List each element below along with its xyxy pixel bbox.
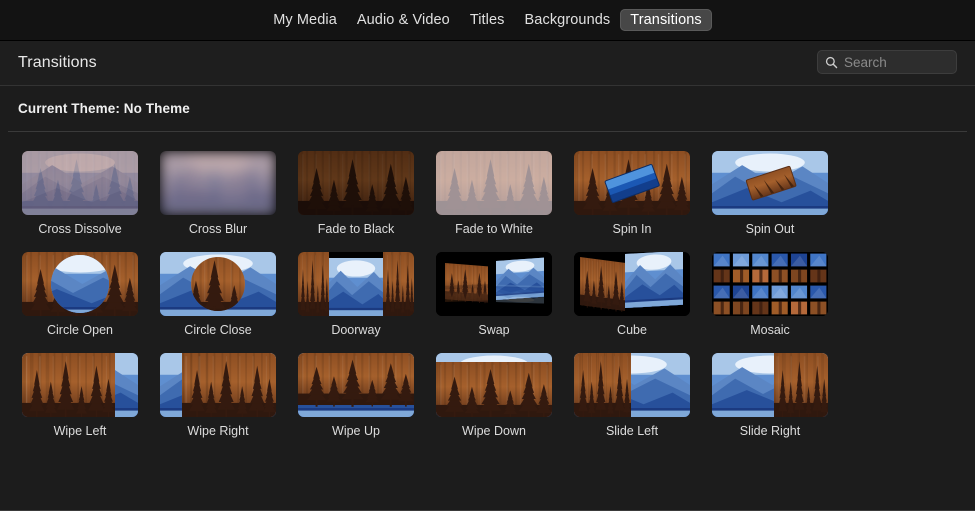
transition-thumbnail-fade-black[interactable] xyxy=(298,151,414,215)
transition-label: Spin In xyxy=(574,223,690,237)
transition-item[interactable]: Cube xyxy=(574,252,712,338)
transition-label: Wipe Left xyxy=(22,425,138,439)
transition-label: Cube xyxy=(574,324,690,338)
transition-item[interactable]: Fade to White xyxy=(436,151,574,237)
transition-label: Mosaic xyxy=(712,324,828,338)
transition-item[interactable]: Cross Dissolve xyxy=(22,151,160,237)
transition-label: Cross Dissolve xyxy=(22,223,138,237)
transition-item[interactable]: Wipe Left xyxy=(22,353,160,439)
transition-thumbnail-doorway[interactable] xyxy=(298,252,414,316)
transition-item[interactable]: Doorway xyxy=(298,252,436,338)
transition-item[interactable]: Fade to Black xyxy=(298,151,436,237)
transition-item[interactable]: Mosaic xyxy=(712,252,850,338)
transition-item[interactable]: Slide Left xyxy=(574,353,712,439)
transition-label: Circle Open xyxy=(22,324,138,338)
transition-item[interactable]: Wipe Up xyxy=(298,353,436,439)
transition-item[interactable]: Spin In xyxy=(574,151,712,237)
tab-audio-video[interactable]: Audio & Video xyxy=(347,9,460,32)
transition-label: Wipe Right xyxy=(160,425,276,439)
transition-item[interactable]: Swap xyxy=(436,252,574,338)
transition-thumbnail-wipe-up[interactable] xyxy=(298,353,414,417)
tab-transitions[interactable]: Transitions xyxy=(620,9,711,32)
transition-thumbnail-swap[interactable] xyxy=(436,252,552,316)
transition-thumbnail-spin-in[interactable] xyxy=(574,151,690,215)
transition-label: Spin Out xyxy=(712,223,828,237)
tab-titles[interactable]: Titles xyxy=(460,9,515,32)
transition-thumbnail-wipe-left[interactable] xyxy=(22,353,138,417)
current-theme-row: Current Theme: No Theme xyxy=(0,86,975,131)
transition-thumbnail-slide-left[interactable] xyxy=(574,353,690,417)
transitions-grid: Cross Dissolve Cross Blur Fade to Black xyxy=(22,132,975,438)
tab-backgrounds[interactable]: Backgrounds xyxy=(515,9,621,32)
transition-label: Cross Blur xyxy=(160,223,276,237)
transition-label: Doorway xyxy=(298,324,414,338)
transition-item[interactable]: Circle Open xyxy=(22,252,160,338)
transition-thumbnail-circle-close[interactable] xyxy=(160,252,276,316)
media-browser-tabbar: My MediaAudio & VideoTitlesBackgroundsTr… xyxy=(0,0,975,41)
transition-thumbnail-slide-right[interactable] xyxy=(712,353,828,417)
panel-titlebar: Transitions xyxy=(0,41,975,86)
transition-item[interactable]: Wipe Right xyxy=(160,353,298,439)
transition-label: Fade to Black xyxy=(298,223,414,237)
transition-item[interactable]: Cross Blur xyxy=(160,151,298,237)
transition-thumbnail-cross-blur[interactable] xyxy=(160,151,276,215)
transition-item[interactable]: Circle Close xyxy=(160,252,298,338)
transition-label: Slide Left xyxy=(574,425,690,439)
page-title: Transitions xyxy=(18,54,97,72)
transition-label: Wipe Up xyxy=(298,425,414,439)
search-field[interactable] xyxy=(817,50,957,74)
transition-label: Slide Right xyxy=(712,425,828,439)
transition-thumbnail-cross-dissolve[interactable] xyxy=(22,151,138,215)
search-icon xyxy=(825,56,838,69)
transition-label: Circle Close xyxy=(160,324,276,338)
transition-thumbnail-spin-out[interactable] xyxy=(712,151,828,215)
transition-thumbnail-mosaic[interactable] xyxy=(712,252,828,316)
transition-item[interactable]: Wipe Down xyxy=(436,353,574,439)
transition-item[interactable]: Spin Out xyxy=(712,151,850,237)
transition-thumbnail-wipe-right[interactable] xyxy=(160,353,276,417)
transition-thumbnail-circle-open[interactable] xyxy=(22,252,138,316)
transition-label: Swap xyxy=(436,324,552,338)
transition-label: Fade to White xyxy=(436,223,552,237)
transition-thumbnail-fade-white[interactable] xyxy=(436,151,552,215)
current-theme-label: Current Theme: No Theme xyxy=(18,101,190,116)
transition-label: Wipe Down xyxy=(436,425,552,439)
tab-my-media[interactable]: My Media xyxy=(263,9,347,32)
transitions-browser: My MediaAudio & VideoTitlesBackgroundsTr… xyxy=(0,0,975,511)
transition-thumbnail-cube[interactable] xyxy=(574,252,690,316)
transition-thumbnail-wipe-down[interactable] xyxy=(436,353,552,417)
transition-item[interactable]: Slide Right xyxy=(712,353,850,439)
search-input[interactable] xyxy=(844,55,949,70)
